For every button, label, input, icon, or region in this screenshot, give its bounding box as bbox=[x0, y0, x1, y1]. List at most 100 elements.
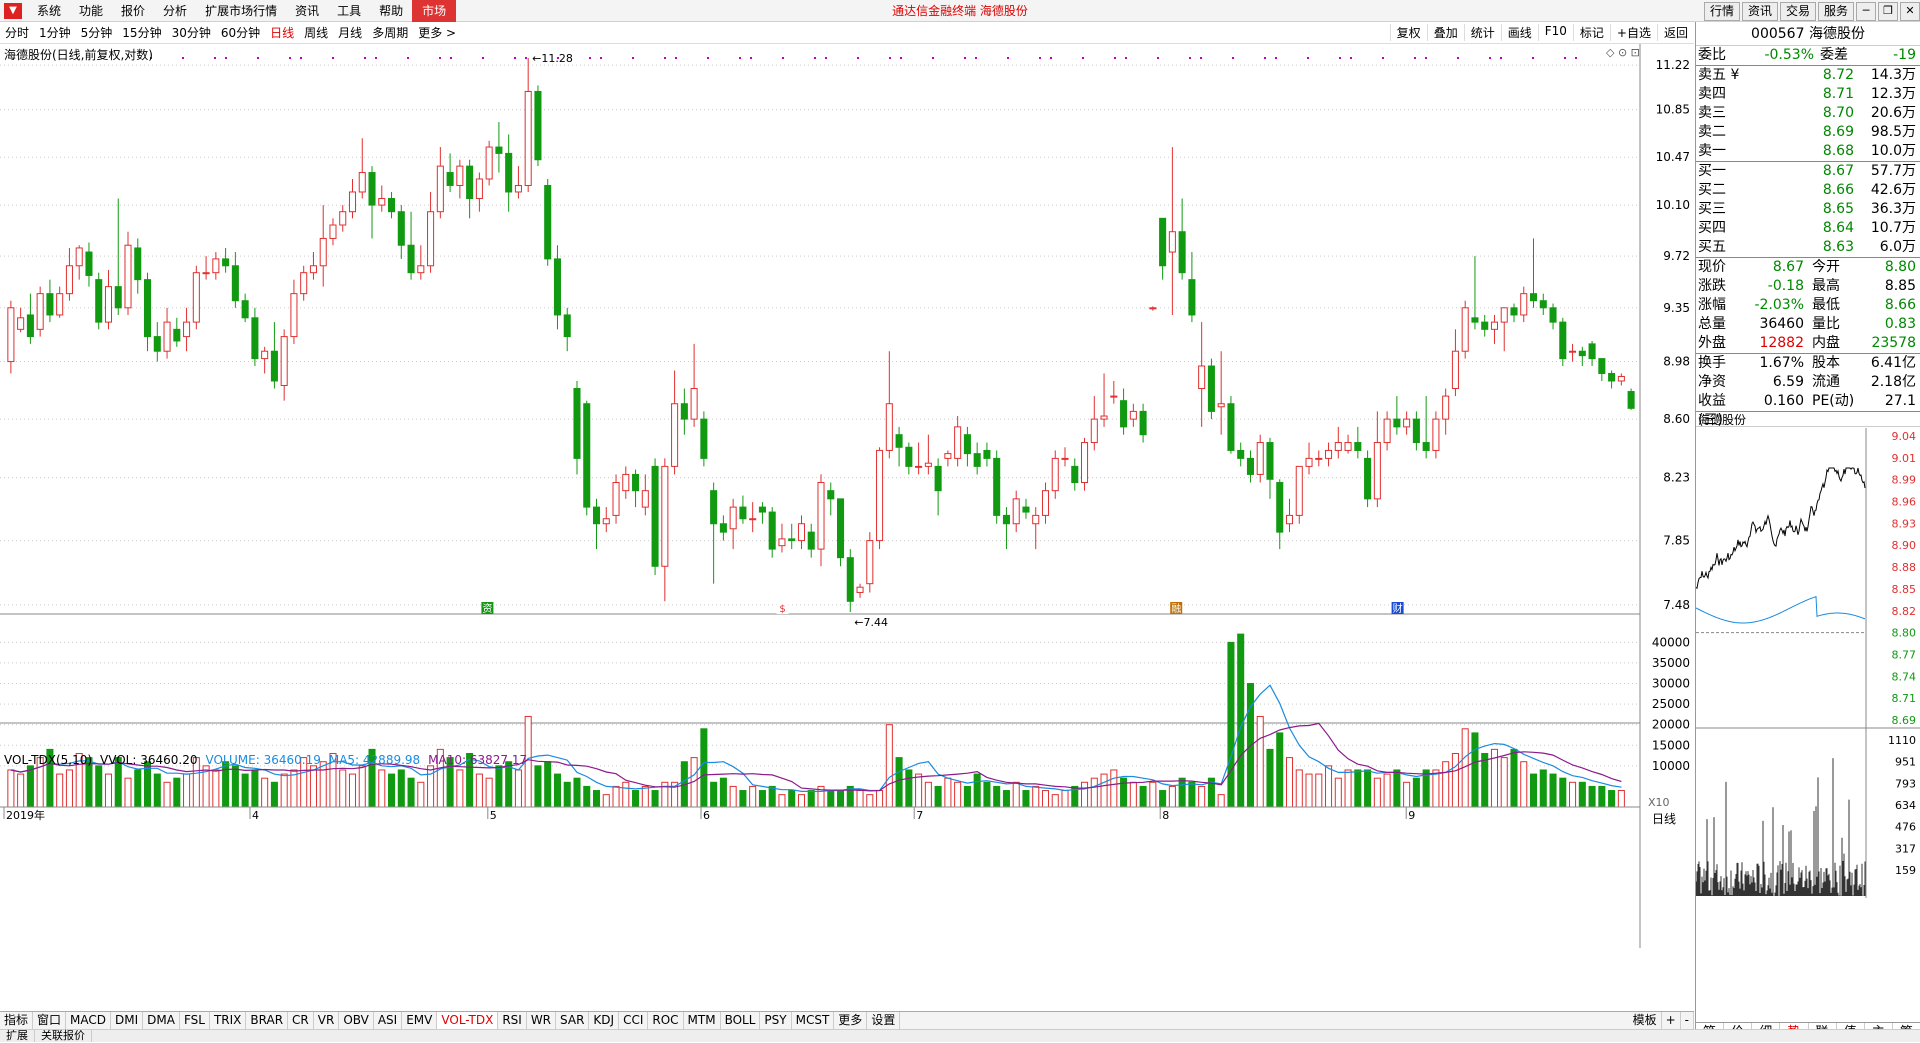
candle[interactable] bbox=[1510, 303, 1518, 323]
candle[interactable] bbox=[7, 300, 15, 374]
candle[interactable] bbox=[1344, 434, 1352, 454]
indicator-tab[interactable]: FSL bbox=[180, 1012, 210, 1029]
indicator-tab[interactable]: VR bbox=[314, 1012, 340, 1029]
stat-row[interactable]: 涨跌 -0.18 最高 8.85 bbox=[1696, 277, 1920, 296]
candle[interactable] bbox=[1598, 358, 1606, 381]
period-30min[interactable]: 30分钟 bbox=[167, 24, 216, 41]
indicator-tab[interactable]: BOLL bbox=[721, 1012, 761, 1029]
candle[interactable] bbox=[671, 370, 679, 475]
buy-row[interactable]: 买一 8.67 57.7万 bbox=[1696, 162, 1920, 181]
buy-row[interactable]: 买四 8.64 10.7万 bbox=[1696, 219, 1920, 238]
candle[interactable] bbox=[56, 286, 64, 318]
candle[interactable] bbox=[1305, 442, 1313, 475]
candle[interactable] bbox=[1237, 442, 1245, 467]
candle[interactable] bbox=[1617, 373, 1625, 386]
candle[interactable] bbox=[1012, 490, 1020, 533]
candle[interactable] bbox=[231, 252, 239, 308]
candle[interactable] bbox=[261, 346, 269, 374]
period-15min[interactable]: 15分钟 bbox=[117, 24, 166, 41]
candle[interactable] bbox=[339, 205, 347, 232]
candle[interactable] bbox=[241, 293, 249, 323]
candle[interactable] bbox=[309, 252, 317, 280]
candle[interactable] bbox=[427, 191, 435, 273]
candle[interactable] bbox=[1295, 465, 1303, 524]
indicator-tab[interactable]: 更多 bbox=[834, 1012, 868, 1029]
candle[interactable] bbox=[915, 442, 923, 475]
candle[interactable] bbox=[797, 515, 806, 550]
menu-market[interactable]: 市场 bbox=[412, 0, 457, 22]
indicator-tab[interactable]: RSI bbox=[498, 1012, 527, 1029]
indicator-tab[interactable]: TRIX bbox=[210, 1012, 247, 1029]
candle[interactable] bbox=[944, 450, 952, 467]
app-logo-icon[interactable]: ▼ bbox=[4, 2, 22, 19]
candle[interactable] bbox=[768, 507, 776, 558]
event-marker[interactable]: 财 bbox=[1391, 602, 1404, 615]
candle[interactable] bbox=[1325, 442, 1333, 467]
candle[interactable] bbox=[436, 147, 444, 219]
candle[interactable] bbox=[378, 185, 386, 212]
fuquan-button[interactable]: 复权 bbox=[1389, 24, 1427, 41]
intraday-mini-chart[interactable]: 9.04 9.01 8.99 8.96 8.93 8.90 8.88 8.85 8.82 8.80… bbox=[1696, 428, 1920, 898]
candle[interactable] bbox=[1578, 346, 1586, 367]
candle[interactable] bbox=[1081, 437, 1089, 491]
candle[interactable] bbox=[192, 265, 200, 330]
candle[interactable] bbox=[954, 416, 962, 467]
candle[interactable] bbox=[1032, 507, 1040, 550]
candle[interactable] bbox=[836, 498, 845, 567]
candle[interactable] bbox=[75, 245, 83, 280]
candle[interactable] bbox=[1588, 340, 1596, 367]
candle[interactable] bbox=[514, 166, 522, 199]
menu-news[interactable]: 资讯 bbox=[286, 2, 328, 19]
candle[interactable] bbox=[446, 153, 454, 192]
period-fenshi[interactable]: 分时 bbox=[0, 24, 34, 41]
menu-analysis[interactable]: 分析 bbox=[154, 2, 196, 19]
period-1min[interactable]: 1分钟 bbox=[34, 24, 76, 41]
overlay-button[interactable]: 叠加 bbox=[1426, 24, 1464, 41]
status-extend[interactable]: 扩展 bbox=[0, 1030, 35, 1042]
candle[interactable] bbox=[1100, 373, 1108, 427]
sell-row[interactable]: 卖三 8.70 20.6万 bbox=[1696, 104, 1920, 123]
menu-ext-market[interactable]: 扩展市场行情 bbox=[196, 2, 286, 19]
candle[interactable] bbox=[885, 351, 893, 459]
indicator-tab[interactable]: CR bbox=[288, 1012, 314, 1029]
buy-row[interactable]: 买二 8.66 42.6万 bbox=[1696, 181, 1920, 200]
candle[interactable] bbox=[612, 474, 620, 524]
indicator-tab[interactable]: 窗口 bbox=[33, 1012, 67, 1029]
candle[interactable] bbox=[758, 502, 766, 524]
indicator-tab[interactable]: ASI bbox=[374, 1012, 403, 1029]
minimize-icon[interactable]: ─ bbox=[1856, 1, 1876, 21]
candle[interactable] bbox=[719, 515, 727, 541]
candle[interactable] bbox=[1315, 450, 1323, 467]
candle[interactable] bbox=[417, 245, 425, 280]
candle[interactable] bbox=[641, 474, 649, 516]
indicator-tab[interactable]: DMA bbox=[143, 1012, 180, 1029]
candle[interactable] bbox=[1276, 479, 1284, 550]
candle[interactable] bbox=[895, 426, 903, 467]
candle[interactable] bbox=[934, 458, 942, 516]
candle[interactable] bbox=[1129, 403, 1137, 427]
period-daily[interactable]: 日线 bbox=[265, 24, 299, 41]
candle[interactable] bbox=[85, 242, 93, 287]
close-icon[interactable]: ✕ bbox=[1900, 1, 1920, 21]
candle[interactable] bbox=[1354, 426, 1362, 459]
candle[interactable] bbox=[1432, 411, 1440, 459]
candle[interactable] bbox=[104, 269, 113, 330]
indicator-tab[interactable]: MTM bbox=[684, 1012, 721, 1029]
candle[interactable] bbox=[1149, 306, 1157, 311]
candle[interactable] bbox=[1608, 370, 1616, 389]
stats-button[interactable]: 统计 bbox=[1463, 24, 1501, 41]
candle[interactable] bbox=[1334, 426, 1342, 459]
indicator-tab[interactable]: CCI bbox=[619, 1012, 649, 1029]
candle[interactable] bbox=[505, 134, 513, 212]
period-monthly[interactable]: 月线 bbox=[333, 24, 367, 41]
candle[interactable] bbox=[1266, 437, 1274, 499]
menu-tools[interactable]: 工具 bbox=[328, 2, 370, 19]
fund-row[interactable]: 净资 6.59 流通 2.18亿 bbox=[1696, 373, 1920, 392]
indicator-tab[interactable]: ROC bbox=[648, 1012, 684, 1029]
candle[interactable] bbox=[1120, 388, 1128, 435]
candle[interactable] bbox=[651, 458, 659, 575]
candle[interactable] bbox=[1442, 388, 1450, 435]
news-button[interactable]: 资讯 bbox=[1741, 1, 1778, 21]
candle[interactable] bbox=[1383, 411, 1391, 451]
candle[interactable] bbox=[1285, 498, 1294, 533]
